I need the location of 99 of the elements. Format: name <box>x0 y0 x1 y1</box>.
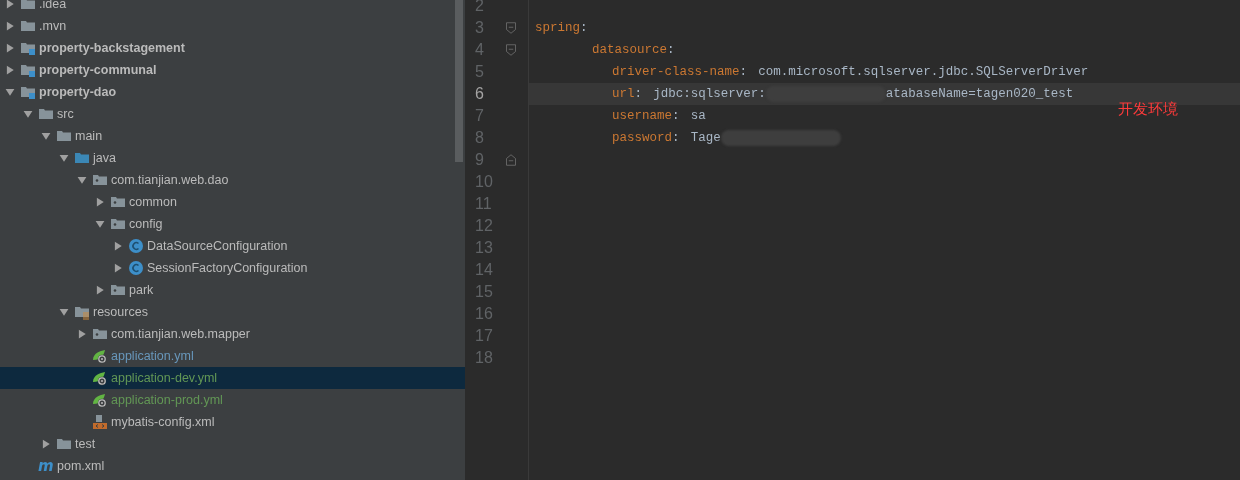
code-key: driver-class-name <box>612 65 740 79</box>
collapse-arrow-icon[interactable] <box>95 285 105 295</box>
collapse-arrow-icon[interactable] <box>5 65 15 75</box>
tree-item[interactable]: mybatis-config.xml <box>0 411 465 433</box>
code-colon: : <box>739 65 748 79</box>
module-folder-icon <box>20 84 36 100</box>
code-value: jdbc:sqlserver: <box>653 87 766 101</box>
tree-item[interactable]: application.yml <box>0 345 465 367</box>
collapse-arrow-icon[interactable] <box>113 241 123 251</box>
collapse-arrow-icon[interactable] <box>113 263 123 273</box>
resources-folder-icon <box>74 304 90 320</box>
line-number: 17 <box>474 326 494 346</box>
tree-item[interactable]: resources <box>0 301 465 323</box>
module-folder-icon <box>20 62 36 78</box>
code-value: atabaseName=tagen020_test <box>885 87 1074 101</box>
line-number: 11 <box>474 194 493 214</box>
folder-icon <box>56 436 72 452</box>
code-value: Tage <box>690 131 721 145</box>
line-number: 8 <box>474 128 485 148</box>
expand-arrow-icon[interactable] <box>59 307 69 317</box>
fold-icon[interactable] <box>505 154 517 166</box>
tree-item[interactable]: property-communal <box>0 59 465 81</box>
fold-icon[interactable] <box>505 22 517 34</box>
collapse-arrow-icon[interactable] <box>5 0 15 9</box>
collapse-arrow-icon[interactable] <box>5 43 15 53</box>
collapse-arrow-icon[interactable] <box>77 329 87 339</box>
tree-item[interactable]: park <box>0 279 465 301</box>
leaf-gear-icon <box>92 392 108 408</box>
tree-item[interactable]: test <box>0 433 465 455</box>
tree-item[interactable]: main <box>0 125 465 147</box>
tree-item[interactable]: com.tianjian.web.dao <box>0 169 465 191</box>
code-key: username <box>612 109 672 123</box>
line-number: 12 <box>474 216 494 236</box>
code-key: password <box>612 131 672 145</box>
expand-arrow-icon[interactable] <box>23 109 33 119</box>
leaf-gear-icon <box>92 370 108 386</box>
collapse-arrow-icon[interactable] <box>5 21 15 31</box>
tree-item[interactable]: m pom.xml <box>0 455 465 477</box>
line-number: 6 <box>474 84 485 104</box>
collapse-arrow-icon[interactable] <box>41 439 51 449</box>
line-number: 10 <box>474 172 494 192</box>
expand-arrow-icon[interactable] <box>95 219 105 229</box>
fold-icon[interactable] <box>505 44 517 56</box>
line-number: 16 <box>474 304 494 324</box>
line-number: 7 <box>474 106 485 126</box>
tree-item[interactable]: application-prod.yml <box>0 389 465 411</box>
expand-arrow-icon[interactable] <box>59 153 69 163</box>
package-folder-icon <box>92 172 108 188</box>
line-number: 2 <box>474 0 485 16</box>
code-key: spring <box>535 21 580 35</box>
folder-icon <box>20 18 36 34</box>
folder-icon <box>56 128 72 144</box>
code-key: datasource <box>592 43 667 57</box>
expand-arrow-icon[interactable] <box>5 87 15 97</box>
code-value: com.microsoft.sqlserver.jdbc.SQLServerDriver <box>758 65 1089 79</box>
tree-item[interactable]: property-backstagement <box>0 37 465 59</box>
package-folder-icon <box>110 282 126 298</box>
collapse-arrow-icon[interactable] <box>95 197 105 207</box>
tree-item[interactable]: DataSourceConfiguration <box>0 235 465 257</box>
line-number: 3 <box>474 18 485 38</box>
line-number: 15 <box>474 282 494 302</box>
scrollbar[interactable] <box>455 0 463 162</box>
tree-item[interactable]: application-dev.yml <box>0 367 465 389</box>
xml-file-icon <box>92 414 108 430</box>
expand-arrow-icon[interactable] <box>77 175 87 185</box>
annotation-text: 开发环境 <box>1118 100 1178 119</box>
module-folder-icon <box>20 40 36 56</box>
tree-item[interactable]: config <box>0 213 465 235</box>
code-colon: : <box>672 109 680 123</box>
line-number: 18 <box>474 348 494 368</box>
package-folder-icon <box>110 194 126 210</box>
package-folder-icon <box>110 216 126 232</box>
code-colon: : <box>667 43 675 57</box>
line-number: 9 <box>474 150 485 170</box>
pom-file-icon: m <box>38 458 54 474</box>
tree-item[interactable]: common <box>0 191 465 213</box>
code-key: url <box>612 87 635 101</box>
package-folder-icon <box>92 326 108 342</box>
line-number: 5 <box>474 62 485 82</box>
line-number: 14 <box>474 260 494 280</box>
tree-item[interactable]: src <box>0 103 465 125</box>
line-number: 4 <box>474 40 485 60</box>
folder-icon <box>20 0 36 12</box>
code-value: sa <box>690 109 706 123</box>
code-colon: : <box>580 21 588 35</box>
tree-item[interactable]: java <box>0 147 465 169</box>
folder-icon <box>74 150 90 166</box>
code-colon: : <box>672 131 680 145</box>
leaf-gear-icon <box>92 348 108 364</box>
class-icon <box>128 238 144 254</box>
folder-icon <box>38 106 54 122</box>
expand-arrow-icon[interactable] <box>41 131 51 141</box>
class-icon <box>128 260 144 276</box>
tree-item[interactable]: property-dao <box>0 81 465 103</box>
tree-item[interactable]: .mvn <box>0 15 465 37</box>
line-number: 13 <box>474 238 494 258</box>
tree-item[interactable]: com.tianjian.web.mapper <box>0 323 465 345</box>
code-colon: : <box>634 87 643 101</box>
tree-item[interactable]: SessionFactoryConfiguration <box>0 257 465 279</box>
